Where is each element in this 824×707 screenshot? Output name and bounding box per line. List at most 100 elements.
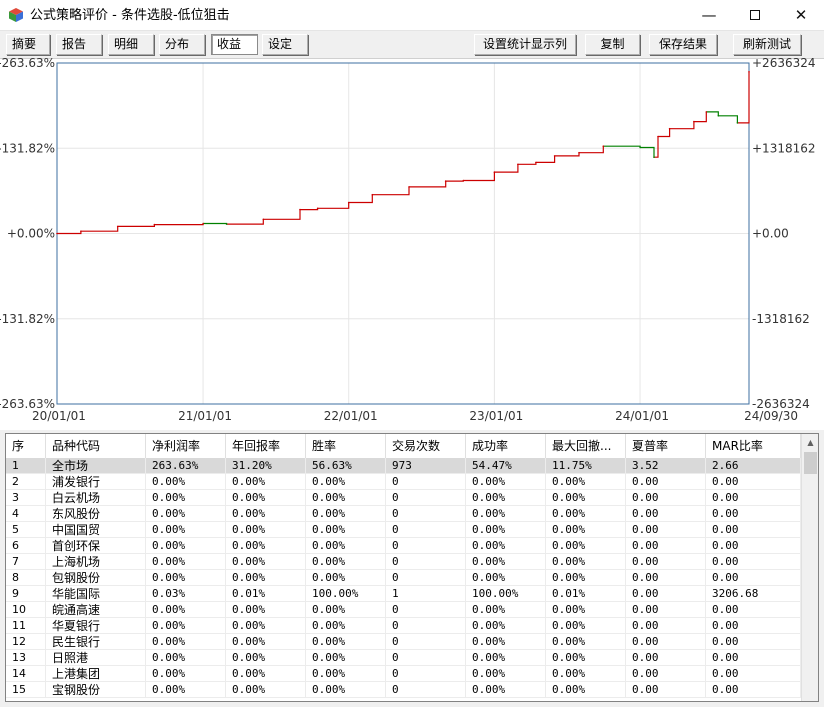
- equity-line-segment: [579, 146, 604, 154]
- table-cell: 0.00%: [146, 570, 226, 586]
- tab-detail[interactable]: 明细: [108, 34, 154, 55]
- column-header[interactable]: 净利润率: [146, 434, 226, 458]
- equity-line-segment: [203, 222, 228, 225]
- table-row[interactable]: 5 中国国贸 0.00% 0.00% 0.00% 0 0.00% 0.00% 0.00 0.00: [6, 522, 801, 538]
- column-header[interactable]: 年回报率: [226, 434, 306, 458]
- table-cell: 0.00: [706, 474, 801, 490]
- table-cell: 0.00%: [306, 506, 386, 522]
- table-cell: 华能国际: [46, 586, 146, 602]
- table-cell: 0.00%: [466, 650, 546, 666]
- table-cell: 0.00%: [146, 602, 226, 618]
- column-header[interactable]: 序: [6, 434, 46, 458]
- table-cell: 0.00%: [226, 682, 306, 698]
- left-axis-tick-label: -131.82%: [0, 312, 55, 326]
- table-cell: 1: [386, 586, 466, 602]
- table-cell: 0.00: [706, 506, 801, 522]
- table-cell: 0.00: [626, 634, 706, 650]
- tab-settings[interactable]: 设定: [262, 34, 308, 55]
- table-row[interactable]: 9 华能国际 0.03% 0.01% 100.00% 1 100.00% 0.01% 0.00 3…: [6, 586, 801, 602]
- table-cell: 0.00%: [306, 522, 386, 538]
- table-row[interactable]: 14 上港集团 0.00% 0.00% 0.00% 0 0.00% 0.00% 0.00 0.00: [6, 666, 801, 682]
- equity-line-segment: [300, 208, 319, 211]
- table-cell: 0.00: [706, 490, 801, 506]
- table-cell: 0.00%: [546, 506, 626, 522]
- table-cell: 100.00%: [306, 586, 386, 602]
- tab-summary[interactable]: 摘要: [6, 34, 50, 55]
- table-cell: 0: [386, 634, 466, 650]
- table-row[interactable]: 1 全市场 263.63% 31.20% 56.63% 973 54.47% 11.75% 3.…: [6, 458, 801, 474]
- table-cell: 3206.68: [706, 586, 801, 602]
- table-cell: 0.00: [706, 554, 801, 570]
- table-row[interactable]: 2 浦发银行 0.00% 0.00% 0.00% 0 0.00% 0.00% 0.00 0.00: [6, 474, 801, 490]
- table-row[interactable]: 12 民生银行 0.00% 0.00% 0.00% 0 0.00% 0.00% 0.00 0.00: [6, 634, 801, 650]
- table-cell: 0: [386, 618, 466, 634]
- equity-point: [736, 122, 739, 124]
- column-header[interactable]: MAR比率: [706, 434, 801, 458]
- window-title: 公式策略评价 - 条件选股-低位狙击: [30, 8, 230, 23]
- column-header[interactable]: 成功率: [466, 434, 546, 458]
- column-header[interactable]: 品种代码: [46, 434, 146, 458]
- tab-report[interactable]: 报告: [56, 34, 102, 55]
- table-row[interactable]: 11 华夏银行 0.00% 0.00% 0.00% 0 0.00% 0.00% 0.00 0.00: [6, 618, 801, 634]
- table-cell: 0.00: [626, 650, 706, 666]
- set-display-columns-button[interactable]: 设置统计显示列: [474, 34, 576, 55]
- table-cell: 100.00%: [466, 586, 546, 602]
- equity-point: [408, 186, 410, 188]
- maximize-button[interactable]: [732, 0, 778, 30]
- table-cell: 0.00%: [306, 618, 386, 634]
- column-header[interactable]: 夏普率: [626, 434, 706, 458]
- tab-distribution[interactable]: 分布: [159, 34, 205, 55]
- table-cell: 0.00%: [546, 490, 626, 506]
- table-cell: 56.63%: [306, 458, 386, 474]
- table-cell: 0.00: [626, 538, 706, 554]
- table-row[interactable]: 15 宝钢股份 0.00% 0.00% 0.00% 0 0.00% 0.00% 0.00 0.00: [6, 682, 801, 698]
- scroll-up-arrow-icon[interactable]: ▲: [802, 434, 818, 451]
- table-cell: 7: [6, 554, 46, 570]
- table-cell: 0: [386, 666, 466, 682]
- table-cell: 2: [6, 474, 46, 490]
- table-cell: 0.00: [626, 570, 706, 586]
- equity-line-segment: [80, 226, 119, 232]
- table-cell: 0.00%: [466, 634, 546, 650]
- table-cell: 0.00%: [146, 618, 226, 634]
- table-row[interactable]: 6 首创环保 0.00% 0.00% 0.00% 0 0.00% 0.00% 0.00 0.00: [6, 538, 801, 554]
- equity-point: [299, 208, 301, 211]
- scroll-thumb[interactable]: [804, 452, 817, 474]
- table-cell: 12: [6, 634, 46, 650]
- equity-point: [517, 163, 519, 166]
- table-cell: 0.00: [706, 570, 801, 586]
- copy-button[interactable]: 复制: [585, 34, 640, 55]
- refresh-test-button[interactable]: 刷新测试: [733, 34, 801, 55]
- minimize-button[interactable]: —: [686, 0, 732, 30]
- equity-point: [153, 223, 156, 226]
- table-row[interactable]: 13 日照港 0.00% 0.00% 0.00% 0 0.00% 0.00% 0.00 0.00: [6, 650, 801, 666]
- table-cell: 1: [6, 458, 46, 474]
- table-cell: 0.00%: [226, 490, 306, 506]
- table-cell: 13: [6, 650, 46, 666]
- table-cell: 宝钢股份: [46, 682, 146, 698]
- tab-returns[interactable]: 收益: [211, 34, 258, 55]
- column-header[interactable]: 交易次数: [386, 434, 466, 458]
- table-cell: 0.00%: [306, 570, 386, 586]
- table-cell: 0.00%: [146, 554, 226, 570]
- right-axis-tick-label: +1318162: [752, 141, 816, 155]
- equity-line-segment: [494, 164, 519, 173]
- column-header[interactable]: 最大回撤...: [546, 434, 626, 458]
- vertical-scrollbar[interactable]: ▲: [801, 434, 818, 701]
- close-button[interactable]: ✕: [778, 0, 824, 30]
- table-row[interactable]: 10 皖通高速 0.00% 0.00% 0.00% 0 0.00% 0.00% 0.00 0.00: [6, 602, 801, 618]
- equity-line-segment: [372, 186, 410, 196]
- table-row[interactable]: 8 包钢股份 0.00% 0.00% 0.00% 0 0.00% 0.00% 0.00 0.00: [6, 570, 801, 586]
- table-cell: 0.00%: [226, 506, 306, 522]
- equity-point: [705, 111, 708, 113]
- table-row[interactable]: 7 上海机场 0.00% 0.00% 0.00% 0 0.00% 0.00% 0.00 0.00: [6, 554, 801, 570]
- table-row[interactable]: 3 白云机场 0.00% 0.00% 0.00% 0 0.00% 0.00% 0.00 0.00: [6, 490, 801, 506]
- table-row[interactable]: 4 东风股份 0.00% 0.00% 0.00% 0 0.00% 0.00% 0.00 0.00: [6, 506, 801, 522]
- column-header[interactable]: 胜率: [306, 434, 386, 458]
- table-cell: 0.00: [626, 602, 706, 618]
- save-results-button[interactable]: 保存结果: [649, 34, 717, 55]
- returns-chart: -263.63%-131.82%+0.00%-131.82%-263.63%+2…: [0, 58, 816, 423]
- table-cell: 0.00%: [466, 682, 546, 698]
- table-cell: 首创环保: [46, 538, 146, 554]
- equity-line-segment: [693, 111, 707, 123]
